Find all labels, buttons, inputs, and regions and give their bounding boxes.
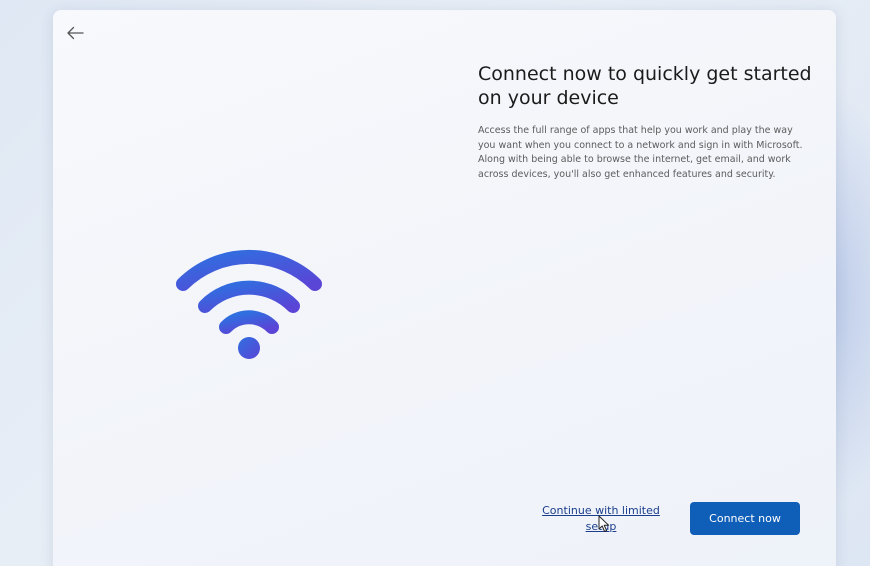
connect-now-button[interactable]: Connect now <box>690 502 800 535</box>
arrow-left-icon <box>67 26 84 40</box>
wifi-middle-arc <box>198 280 300 313</box>
setup-window: Connect now to quickly get started on yo… <box>53 10 836 566</box>
wifi-icon <box>176 250 322 359</box>
wifi-outer-arc <box>176 250 322 291</box>
wifi-dot <box>238 337 260 359</box>
wifi-inner-arc <box>219 310 279 334</box>
back-button[interactable] <box>63 22 87 44</box>
page-title: Connect now to quickly get started on yo… <box>478 63 812 109</box>
page-description: Access the full range of apps that help … <box>478 125 803 180</box>
mouse-pointer-icon <box>598 515 609 532</box>
